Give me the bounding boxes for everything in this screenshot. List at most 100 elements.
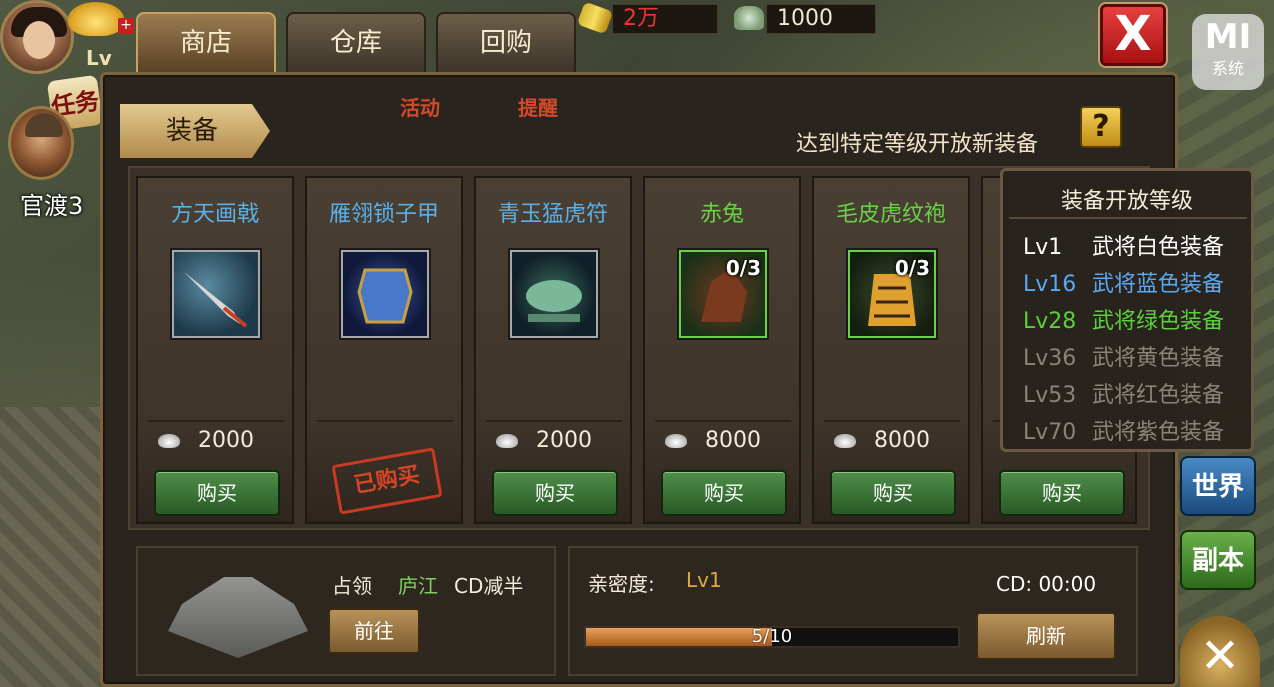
tier-desc: 武将白色装备 [1092, 235, 1225, 260]
silver-count: 1000 [766, 4, 876, 34]
unlock-level-tooltip: 装备开放等级 Lv1 武将白色装备 Lv16 武将蓝色装备 Lv28 武将绿色装… [1000, 168, 1254, 452]
tier-level: Lv70 [1023, 420, 1077, 445]
tier-desc: 武将黄色装备 [1092, 346, 1225, 371]
card-divider [317, 420, 453, 422]
activity-label: 活动 [400, 96, 440, 120]
price-row: 8000 [834, 428, 930, 458]
tier-desc: 武将红色装备 [1092, 383, 1225, 408]
tab-shop-label: 商店 [179, 28, 232, 58]
player-avatar[interactable] [0, 0, 74, 74]
item-name: 赤兔 [699, 202, 744, 227]
silver-coin-icon [496, 434, 518, 448]
progress-text: 5/10 [751, 626, 793, 647]
reminder-label: 提醒 [518, 96, 558, 120]
item-card: 方天画戟 2000 购买 [136, 176, 294, 524]
halberd-icon[interactable] [172, 250, 260, 338]
silver-ore-icon [734, 6, 764, 30]
tier-level: Lv36 [1023, 346, 1077, 371]
location-label: 官渡3 [20, 192, 84, 220]
silver-coin-icon [834, 434, 856, 448]
system-button[interactable]: MI 系统 [1192, 14, 1264, 90]
buy-button[interactable]: 购买 [154, 470, 280, 516]
gold-ingot-icon[interactable] [68, 2, 124, 36]
section-tag-equipment: 装备 [120, 104, 270, 158]
refresh-button[interactable]: 刷新 [976, 612, 1116, 660]
price-row: 2000 [158, 428, 254, 458]
close-button[interactable]: X [1100, 4, 1166, 66]
item-card: 毛皮虎纹袍 0/3 8000 购买 [812, 176, 970, 524]
buy-button[interactable]: 购买 [661, 470, 787, 516]
tier-row: Lv70 武将紫色装备 [1023, 414, 1253, 446]
tier-row: Lv28 武将绿色装备 [1023, 303, 1253, 335]
tab-shop[interactable]: 商店 [136, 12, 276, 74]
card-divider [655, 420, 791, 422]
tier-level: Lv16 [1023, 272, 1077, 297]
avatar-face [23, 21, 55, 59]
unlock-tip: 达到特定等级开放新装备 [796, 132, 1039, 157]
item-quantity: 0/3 [894, 256, 930, 280]
cd-timer: CD: 00:00 [996, 572, 1097, 596]
scroll-count: 2万 [612, 4, 718, 34]
tier-row: Lv36 武将黄色装备 [1023, 340, 1253, 372]
tab-warehouse-label: 仓库 [329, 28, 382, 58]
system-label: 系统 [1211, 59, 1244, 78]
fortress-icon [168, 577, 308, 658]
card-divider [148, 420, 284, 422]
intimacy-section: 亲密度: Lv1 CD: 00:00 5/10 刷新 [568, 546, 1138, 676]
tier-level: Lv53 [1023, 383, 1077, 408]
silver-coin-icon [158, 434, 180, 448]
item-name: 青玉猛虎符 [497, 202, 608, 227]
tiger-robe-icon[interactable]: 0/3 [848, 250, 936, 338]
occupy-section: 占领 庐江 CD减半 前往 [136, 546, 556, 676]
item-price: 2000 [198, 428, 254, 453]
intimacy-progress-bar: 5/10 [584, 626, 960, 648]
item-name: 毛皮虎纹袍 [835, 202, 946, 227]
item-card: 青玉猛虎符 2000 购买 [474, 176, 632, 524]
general-portrait[interactable] [8, 106, 74, 180]
item-price: 8000 [705, 428, 761, 453]
buy-button[interactable]: 购买 [492, 470, 618, 516]
player-level: Lv [86, 46, 112, 70]
intimacy-label: 亲密度: [588, 572, 655, 596]
tooltip-title: 装备开放等级 [1060, 189, 1193, 214]
tab-warehouse[interactable]: 仓库 [286, 12, 426, 74]
armor-icon[interactable] [341, 250, 429, 338]
tier-desc: 武将绿色装备 [1092, 309, 1225, 334]
item-price: 2000 [536, 428, 592, 453]
occupy-city: 庐江 [398, 574, 438, 598]
crossed-swords-icon[interactable]: ✕ [1180, 616, 1260, 687]
item-name: 方天画戟 [170, 202, 259, 227]
world-button[interactable]: 世界 [1180, 456, 1256, 516]
buy-button[interactable]: 购买 [999, 470, 1125, 516]
occupy-label: 占领 [332, 574, 372, 598]
goto-button[interactable]: 前往 [328, 608, 420, 654]
item-price: 8000 [874, 428, 930, 453]
dungeon-button[interactable]: 副本 [1180, 530, 1256, 590]
silver-coin-icon [665, 434, 687, 448]
purchased-stamp: 已购买 [331, 447, 443, 515]
tier-row: Lv16 武将蓝色装备 [1023, 266, 1253, 298]
helmet-icon [25, 113, 63, 137]
tier-row: Lv1 武将白色装备 [1023, 229, 1253, 261]
card-divider [486, 420, 622, 422]
horse-icon[interactable]: 0/3 [679, 250, 767, 338]
tooltip-divider [1009, 217, 1247, 219]
world-button-label: 世界 [1191, 472, 1244, 502]
card-divider [824, 420, 960, 422]
tier-desc: 武将紫色装备 [1092, 420, 1225, 445]
help-button[interactable]: ? [1080, 106, 1122, 148]
item-card: 雁翎锁子甲 已购买 [305, 176, 463, 524]
intimacy-level: Lv1 [686, 568, 722, 592]
add-gold-icon[interactable]: + [118, 18, 134, 34]
dungeon-button-label: 副本 [1191, 546, 1244, 576]
tier-level: Lv1 [1023, 235, 1063, 260]
tab-buyback[interactable]: 回购 [436, 12, 576, 74]
jade-tiger-icon[interactable] [510, 250, 598, 338]
item-quantity: 0/3 [725, 256, 761, 280]
buy-button[interactable]: 购买 [830, 470, 956, 516]
tier-desc: 武将蓝色装备 [1092, 272, 1225, 297]
tab-buyback-label: 回购 [479, 28, 532, 58]
price-row: 2000 [496, 428, 592, 458]
mi-logo-icon: MI [1204, 17, 1252, 57]
item-name: 雁翎锁子甲 [328, 202, 439, 227]
